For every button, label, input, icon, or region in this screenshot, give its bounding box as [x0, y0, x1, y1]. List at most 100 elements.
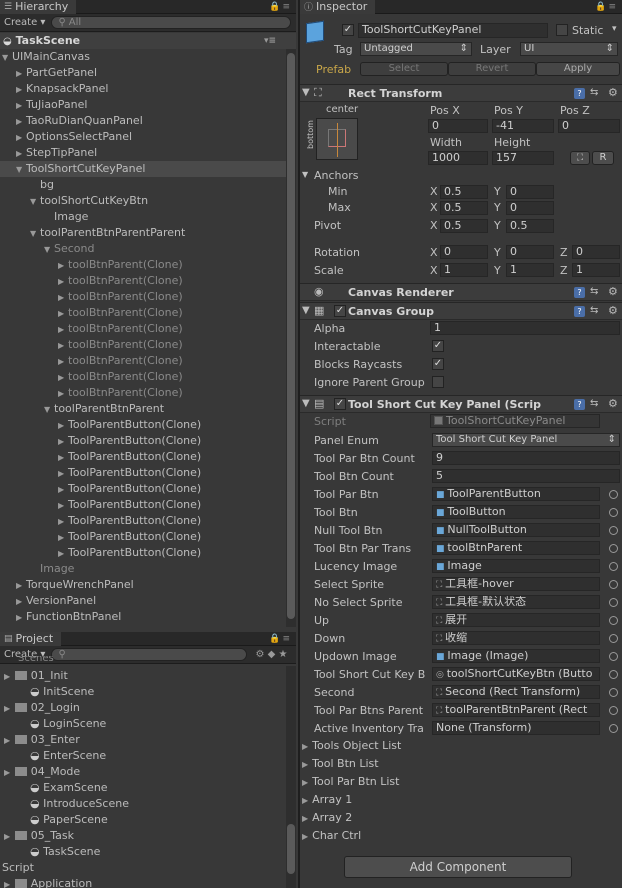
width-field[interactable]: 1000	[428, 151, 488, 165]
hierarchy-item[interactable]: ▼ toolParentBtnParent	[0, 401, 286, 417]
collapsed-arrow-icon[interactable]: ▶	[16, 114, 26, 130]
list-foldout[interactable]: ▶ Array 1	[302, 793, 352, 806]
object-reference-field[interactable]: ■ toolBtnParent	[432, 541, 600, 555]
hierarchy-item[interactable]: ▶ StepTipPanel	[0, 145, 286, 161]
object-reference-field[interactable]: ⛶ 收缩	[432, 631, 600, 645]
collapsed-arrow-icon[interactable]: ▶	[16, 130, 26, 146]
hierarchy-scroll-thumb[interactable]	[287, 53, 295, 619]
collapsed-arrow-icon[interactable]: ▶	[58, 466, 68, 482]
project-item[interactable]: ◒ PaperScene	[0, 812, 286, 828]
script-preset-icon[interactable]: ⇆	[590, 398, 598, 409]
hierarchy-item[interactable]: ▶ ToolParentButton(Clone)	[0, 449, 286, 465]
collapsed-arrow-icon[interactable]: ▶	[58, 290, 68, 306]
script-help-icon[interactable]: ?	[574, 399, 585, 410]
project-item[interactable]: ▶ 04_Mode	[0, 764, 286, 780]
project-item[interactable]: ◒ IntroduceScene	[0, 796, 286, 812]
object-picker-icon[interactable]	[609, 580, 618, 589]
expanded-arrow-icon[interactable]: ▼	[16, 162, 26, 178]
filter-icons[interactable]: ⚙ ◆ ★	[255, 649, 287, 660]
collapsed-arrow-icon[interactable]: ▶	[16, 610, 26, 626]
expanded-arrow-icon[interactable]: ▼	[30, 194, 40, 210]
canvas-renderer-help-icon[interactable]: ?	[574, 287, 585, 298]
object-reference-field[interactable]: ⛶ toolParentBtnParent (Rect	[432, 703, 600, 717]
preset-icon[interactable]: ⇆	[590, 87, 598, 98]
collapsed-arrow-icon[interactable]: ▶	[58, 498, 68, 514]
prefab-revert-button[interactable]: Revert	[448, 62, 536, 76]
collapsed-arrow-icon[interactable]: ▶	[58, 306, 68, 322]
collapsed-arrow-icon[interactable]: ▶	[58, 386, 68, 402]
expanded-arrow-icon[interactable]: ▼	[44, 242, 54, 258]
hierarchy-item[interactable]: ▼ UIMainCanvas	[0, 49, 286, 65]
expanded-arrow-icon[interactable]: ▼	[30, 226, 40, 242]
height-field[interactable]: 157	[492, 151, 554, 165]
hierarchy-item[interactable]: ▶ TorqueWrenchPanel	[0, 577, 286, 593]
pivot-x-field[interactable]: 0.5	[440, 219, 488, 233]
project-item[interactable]: ◒ LoginScene	[0, 716, 286, 732]
list-foldout[interactable]: ▶ Array 2	[302, 811, 352, 824]
lock-menu-icon[interactable]: 🔒≡	[269, 2, 292, 12]
rotation-y-field[interactable]: 0	[506, 245, 554, 259]
project-item[interactable]: ◒ InitScene	[0, 684, 286, 700]
list-foldout[interactable]: ▶ Char Ctrl	[302, 829, 361, 842]
foldout-arrow-icon[interactable]: ▼	[302, 87, 310, 98]
script-enabled-checkbox[interactable]: ✓	[334, 398, 346, 410]
project-scrollbar[interactable]	[286, 666, 296, 888]
object-reference-field[interactable]: ■ ToolButton	[432, 505, 600, 519]
canvas-group-enabled-checkbox[interactable]: ✓	[334, 305, 346, 317]
hierarchy-item[interactable]: ▶ ToolParentButton(Clone)	[0, 481, 286, 497]
anchor-max-y-field[interactable]: 0	[506, 201, 554, 215]
hierarchy-item[interactable]: ▶ VersionPanel	[0, 593, 286, 609]
help-icon[interactable]: ?	[574, 88, 585, 99]
anchor-min-x-field[interactable]: 0.5	[440, 185, 488, 199]
prefab-apply-button[interactable]: Apply	[536, 62, 620, 76]
prefab-select-button[interactable]: Select	[360, 62, 448, 76]
static-checkbox[interactable]	[556, 24, 568, 36]
expanded-arrow-icon[interactable]: ▼	[44, 402, 54, 418]
anchor-preset-button[interactable]	[316, 118, 358, 160]
hierarchy-item[interactable]: ▶ toolBtnParent(Clone)	[0, 321, 286, 337]
canvas-group-foldout-icon[interactable]: ▼	[302, 305, 310, 316]
canvas-renderer-preset-icon[interactable]: ⇆	[590, 286, 598, 297]
hierarchy-item[interactable]: Image	[0, 209, 286, 225]
alpha-field[interactable]: 1	[430, 321, 620, 335]
add-component-button[interactable]: Add Component	[344, 856, 572, 878]
project-search-input[interactable]: ⚲	[51, 648, 248, 661]
object-reference-field[interactable]: ■ Image (Image)	[432, 649, 600, 663]
object-picker-icon[interactable]	[609, 616, 618, 625]
project-scroll-thumb[interactable]	[287, 824, 295, 874]
expanded-arrow-icon[interactable]: ▼	[2, 50, 12, 66]
project-item[interactable]: ◒ EnterScene	[0, 748, 286, 764]
rotation-z-field[interactable]: 0	[572, 245, 620, 259]
scale-z-field[interactable]: 1	[572, 263, 620, 277]
project-item[interactable]: ▶ 03_Enter	[0, 732, 286, 748]
hierarchy-search-input[interactable]: ⚲ All	[51, 16, 292, 29]
static-dropdown-icon[interactable]: ▾	[612, 24, 617, 34]
object-reference-field[interactable]: ■ Image	[432, 559, 600, 573]
collapsed-arrow-icon[interactable]: ▶	[58, 434, 68, 450]
hierarchy-item[interactable]: ▶ toolBtnParent(Clone)	[0, 257, 286, 273]
collapsed-arrow-icon[interactable]: ▶	[58, 418, 68, 434]
object-reference-field[interactable]: ⛶ 工具框-hover	[432, 577, 600, 591]
value-field[interactable]: 5	[432, 469, 620, 483]
collapsed-arrow-icon[interactable]: ▶	[16, 66, 26, 82]
hierarchy-item[interactable]: ▶ toolBtnParent(Clone)	[0, 337, 286, 353]
gear-icon[interactable]: ⚙	[608, 86, 618, 99]
hierarchy-item[interactable]: ▶ TaoRuDianQuanPanel	[0, 113, 286, 129]
object-picker-icon[interactable]	[609, 508, 618, 517]
hierarchy-item[interactable]: ▶ ToolParentButton(Clone)	[0, 417, 286, 433]
hierarchy-item[interactable]: ▶ toolBtnParent(Clone)	[0, 385, 286, 401]
scene-header[interactable]: ◒ TaskScene ▾≡	[0, 33, 296, 49]
hierarchy-item[interactable]: ▶ TuJiaoPanel	[0, 97, 286, 113]
object-picker-icon[interactable]	[609, 526, 618, 535]
object-picker-icon[interactable]	[609, 706, 618, 715]
scene-menu-icon[interactable]: ▾≡	[264, 33, 276, 49]
collapsed-arrow-icon[interactable]: ▶	[58, 338, 68, 354]
object-picker-icon[interactable]	[609, 670, 618, 679]
collapsed-arrow-icon[interactable]: ▶	[16, 578, 26, 594]
hierarchy-item[interactable]: ▶ ToolParentButton(Clone)	[0, 497, 286, 513]
object-reference-field[interactable]: ■ NullToolButton	[432, 523, 600, 537]
object-reference-field[interactable]: ◎ toolShortCutKeyBtn (Butto	[432, 667, 600, 681]
pos-z-field[interactable]: 0	[558, 119, 620, 133]
layer-dropdown[interactable]: UI ⇕	[520, 42, 618, 56]
collapsed-arrow-icon[interactable]: ▶	[58, 482, 68, 498]
